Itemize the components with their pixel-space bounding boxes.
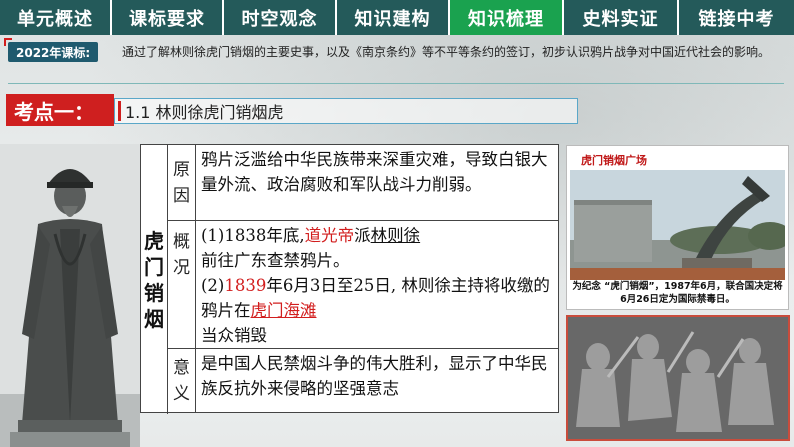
photo-title: 虎门销烟广场 [581,154,647,167]
row-head-char: 义 [173,383,190,404]
topic-title-box: 1.1 林则徐虎门销烟虎 [114,98,578,124]
humen-square-photo-card: 虎门销烟广场 为纪念 “虎门销烟”，1987年6月，联合国决定将6月26日定为国… [566,145,789,310]
row-head-char: 概 [173,232,190,252]
topic-title: 1.1 林则徐虎门销烟虎 [125,103,284,122]
row-head-char: 意 [173,357,190,378]
table-title-char: 烟 [144,306,164,331]
row-text-cause: 鸦片泛滥给中华民族带来深重灾难，导致白银大量外流、政治腐败和军队战斗力削弱。 [201,150,548,194]
overview-text: (2) [201,276,225,295]
standard-label: 2022年课标: [8,42,99,62]
humen-square-image [570,170,785,280]
row-head-overview: 概 况 [168,221,196,348]
tab-historical-evidence[interactable]: 史料实证 [564,0,679,35]
table-row-cause: 原 因 鸦片泛滥给中华民族带来深重灾难，导致白银大量外流、政治腐败和军队战斗力削… [168,145,558,221]
event-place: 虎门海滩 [250,301,317,320]
table-title-char: 销 [144,280,164,305]
emperor-name: 道光帝 [304,226,355,245]
tab-time-space-concept[interactable]: 时空观念 [224,0,337,35]
row-head-cause: 原 因 [168,145,196,220]
overview-text: 派 [354,226,371,245]
tab-exam-link[interactable]: 链接中考 [679,0,794,35]
photo-caption: 为纪念 “虎门销烟”，1987年6月，联合国决定将6月26日定为国际禁毒日。 [572,281,783,305]
standard-text: 通过了解林则徐虎门销烟的主要史事，以及《南京条约》等不平等条约的签订，初步认识鸦… [122,45,771,59]
tab-knowledge-review[interactable]: 知识梳理 [450,0,564,35]
tab-curriculum-requirements[interactable]: 课标要求 [112,0,224,35]
table-row-overview: 概 况 (1)1838年底,道光帝派林则徐 前往广东查禁鸦片。 (2)1839年6… [168,221,558,349]
table-title-char: 门 [144,254,164,279]
overview-text: 前往广东查禁鸦片。 [201,251,350,270]
lin-zexu-statue-image [0,144,140,447]
row-text-overview: (1)1838年底,道光帝派林则徐 前往广东查禁鸦片。 (2)1839年6月3日至… [201,223,553,348]
row-head-char: 因 [173,185,190,206]
tab-knowledge-construction[interactable]: 知识建构 [337,0,450,35]
overview-point-2: (2)1839年6月3日至25日, 林则徐主持将收缴的鸦片在虎门海滩 当众销毁 [201,273,553,348]
row-head-char: 况 [173,258,190,278]
standard-divider [8,83,784,84]
row-head-char: 原 [173,159,190,180]
tab-unit-overview[interactable]: 单元概述 [0,0,112,35]
topic-title-accent [118,101,121,121]
row-text-significance: 是中国人民禁烟斗争的伟大胜利，显示了中华民族反抗外来侵略的坚强意志 [201,354,548,398]
topic-label: 考点一： [6,94,114,126]
tab-bar: 单元概述 课标要求 时空观念 知识建构 知识梳理 史料实证 链接中考 [0,0,794,35]
table-title-char: 虎 [144,228,164,253]
row-head-significance: 意 义 [168,349,196,412]
overview-text: 当众销毁 [201,326,267,345]
table-row-significance: 意 义 是中国人民禁烟斗争的伟大胜利，显示了中华民族反抗外来侵略的坚强意志 [168,349,558,412]
overview-text: (1)1838年底, [201,226,305,245]
overview-point-1: (1)1838年底,道光帝派林则徐前往广东查禁鸦片。 [201,223,553,273]
knowledge-table: 虎 门 销 烟 原 因 鸦片泛滥给中华民族带来深重灾难，导致白银大量外流、政治腐… [140,144,559,414]
person-name: 林则徐 [370,226,421,245]
relief-sculpture-image [566,315,790,441]
event-year: 1839 [224,276,267,295]
table-title-column: 虎 门 销 烟 [141,145,168,414]
